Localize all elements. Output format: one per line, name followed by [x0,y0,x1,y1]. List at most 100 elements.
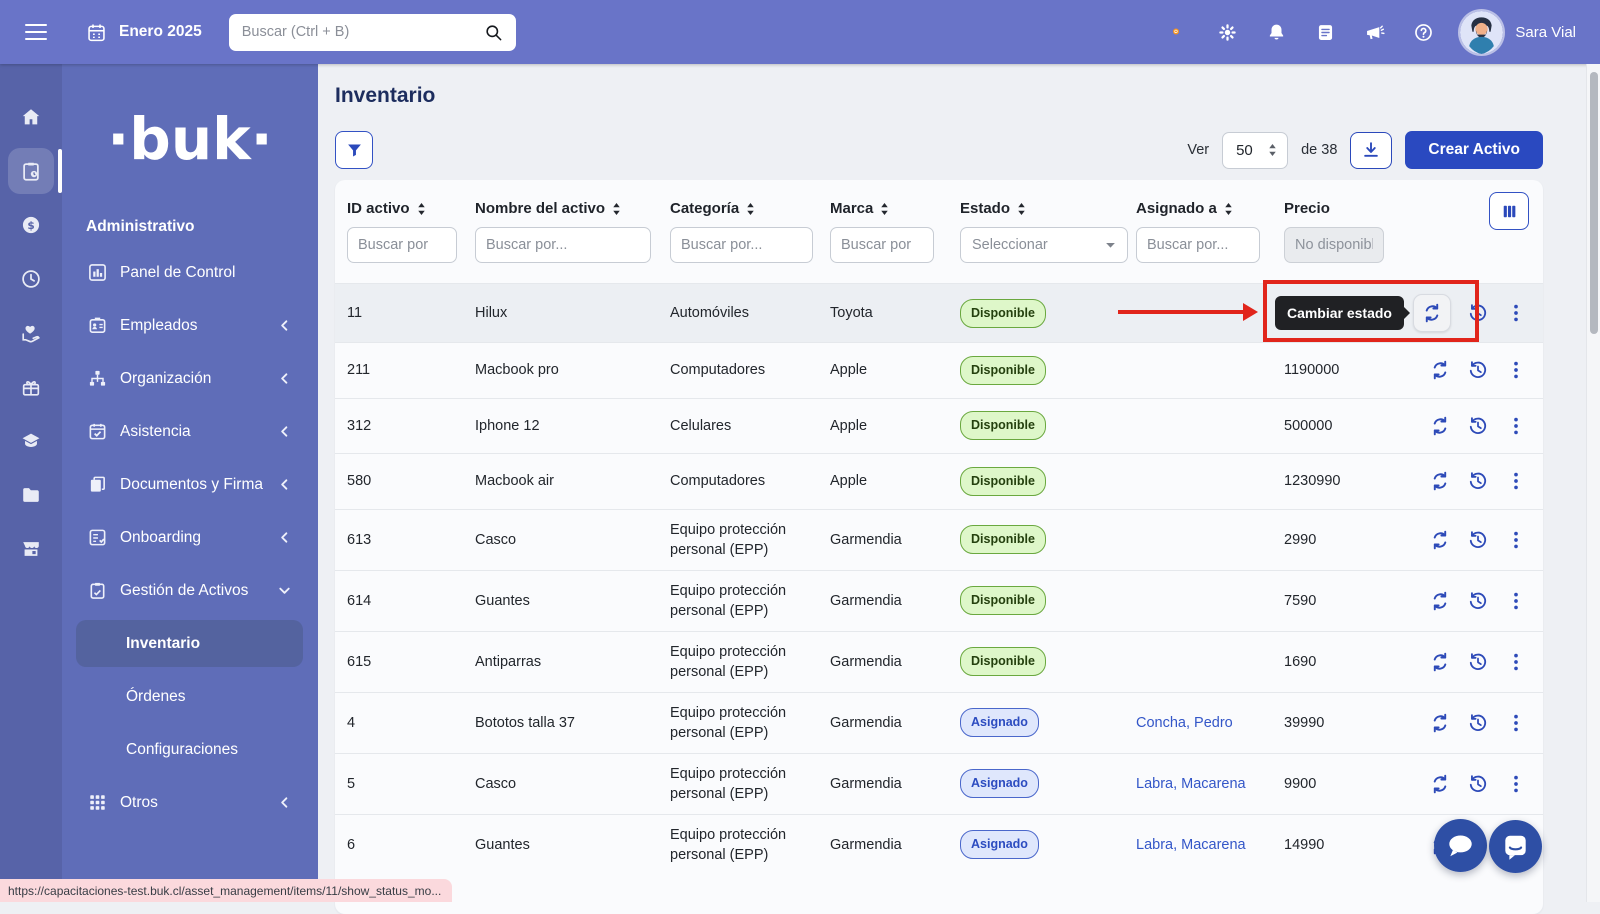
sidebar-item-documentos-y-firma[interactable]: Documentos y Firma [76,458,304,511]
row-menu-button[interactable] [1505,712,1527,734]
sidebar-subitem-ordenes[interactable]: Órdenes [76,670,304,723]
history-button[interactable] [1467,302,1489,324]
menu-toggle-button[interactable] [25,19,47,45]
sidebar-item-asistencia[interactable]: Asistencia [76,405,304,458]
status-badge: Disponible [960,525,1046,554]
history-button[interactable] [1467,359,1489,381]
sidebar-item-onboarding[interactable]: Onboarding [76,511,304,564]
history-button[interactable] [1467,590,1489,612]
filter-input-category[interactable] [670,227,813,263]
row-menu-button[interactable] [1505,529,1527,551]
cell-name: Macbook pro [475,360,670,380]
search-input[interactable] [242,24,484,40]
history-button[interactable] [1467,415,1489,437]
cell-category: Equipo protección personal (EPP) [670,764,830,804]
filter-input-assigned[interactable] [1136,227,1260,263]
buk-logo[interactable]: ·buk· [62,64,318,214]
cell-status: Disponible [960,356,1136,385]
column-header-id[interactable]: ID activo [347,200,475,217]
column-header-brand[interactable]: Marca [830,200,960,217]
scrollbar-thumb[interactable] [1590,72,1598,334]
chevron-left-icon [277,371,292,386]
changelog-document-icon[interactable] [1315,22,1336,43]
settings-gear-icon[interactable] [1217,22,1238,43]
chat-launcher-messenger[interactable] [1489,820,1542,873]
per-page-select[interactable]: 50 [1222,132,1288,169]
rail-item-marketplace[interactable] [0,522,62,576]
rail-item-training[interactable] [0,414,62,468]
search-icon[interactable] [484,23,503,42]
history-button[interactable] [1467,470,1489,492]
create-asset-button[interactable]: Crear Activo [1405,131,1543,169]
change-status-button[interactable] [1429,590,1451,612]
filter-input-brand[interactable] [830,227,934,263]
sidebar-item-gestion-de-activos[interactable]: Gestión de Activos [76,564,304,617]
row-menu-button[interactable] [1505,302,1527,324]
chevron-left-icon [277,530,292,545]
filter-button[interactable] [335,131,373,169]
change-status-button[interactable] [1429,773,1451,795]
row-menu-button[interactable] [1505,359,1527,381]
download-button[interactable] [1350,132,1392,169]
sidebar-item-otros[interactable]: Otros [76,776,304,829]
rail-item-benefits[interactable] [0,306,62,360]
payroll-dollar-icon: $ [20,214,42,236]
column-header-assigned[interactable]: Asignado a [1136,200,1284,217]
row-menu-button[interactable] [1505,415,1527,437]
assignee-link[interactable]: Labra, Macarena [1136,837,1246,853]
row-menu-button[interactable] [1505,590,1527,612]
buk-rewards-icon[interactable] [1163,19,1189,45]
others-grid-icon [88,793,107,812]
row-menu-button[interactable] [1505,773,1527,795]
calendar-icon [86,22,107,43]
cell-price: 1690 [1284,652,1409,672]
cell-status: Disponible [960,525,1136,554]
change-status-button[interactable] [1429,712,1451,734]
column-header-name[interactable]: Nombre del activo [475,200,670,217]
cell-category: Computadores [670,360,830,380]
assignee-link[interactable]: Labra, Macarena [1136,776,1246,792]
cell-name: Iphone 12 [475,416,670,436]
sidebar-item-panel-de-control[interactable]: Panel de Control [76,246,304,299]
change-status-button[interactable] [1429,470,1451,492]
change-status-button[interactable] [1429,529,1451,551]
chat-launcher-bubble[interactable] [1434,819,1487,872]
change-status-button[interactable] [1429,651,1451,673]
rail-item-home[interactable] [0,90,62,144]
history-button[interactable] [1467,773,1489,795]
assignee-link[interactable]: Concha, Pedro [1136,715,1233,731]
sidebar-item-organizacion[interactable]: Organización [76,352,304,405]
column-header-status[interactable]: Estado [960,200,1136,217]
sidebar-item-empleados[interactable]: Empleados [76,299,304,352]
attendance-calendar-icon [88,422,107,441]
column-header-category[interactable]: Categoría [670,200,830,217]
filter-select-status[interactable]: Seleccionar [960,227,1128,263]
rail-item-payroll[interactable]: $ [0,198,62,252]
announcements-megaphone-icon[interactable] [1364,22,1385,43]
change-status-button[interactable] [1429,415,1451,437]
row-menu-button[interactable] [1505,470,1527,492]
sidebar-subitem-inventario[interactable]: Inventario [76,620,303,667]
cell-actions [1409,773,1529,795]
row-menu-button[interactable] [1505,651,1527,673]
filter-input-name[interactable] [475,227,651,263]
filter-input-id[interactable] [347,227,457,263]
status-badge: Disponible [960,467,1046,496]
sidebar-subitem-configuraciones[interactable]: Configuraciones [76,723,304,776]
rail-item-documents[interactable] [0,468,62,522]
benefits-hand-heart-icon [20,322,42,344]
home-icon [20,106,42,128]
rail-item-gifts[interactable] [0,360,62,414]
history-button[interactable] [1467,712,1489,734]
change-status-button[interactable] [1429,359,1451,381]
history-button[interactable] [1467,651,1489,673]
notifications-bell-icon[interactable] [1266,22,1287,43]
history-button[interactable] [1467,529,1489,551]
rail-item-time[interactable] [0,252,62,306]
help-icon[interactable] [1413,22,1434,43]
change-status-hover-chip[interactable]: Cambiar estado [1413,294,1451,332]
period-selector[interactable]: Enero 2025 [86,22,202,43]
avatar[interactable] [1460,11,1503,54]
columns-toggle-button[interactable] [1489,192,1529,230]
rail-item-assets[interactable] [0,144,62,198]
